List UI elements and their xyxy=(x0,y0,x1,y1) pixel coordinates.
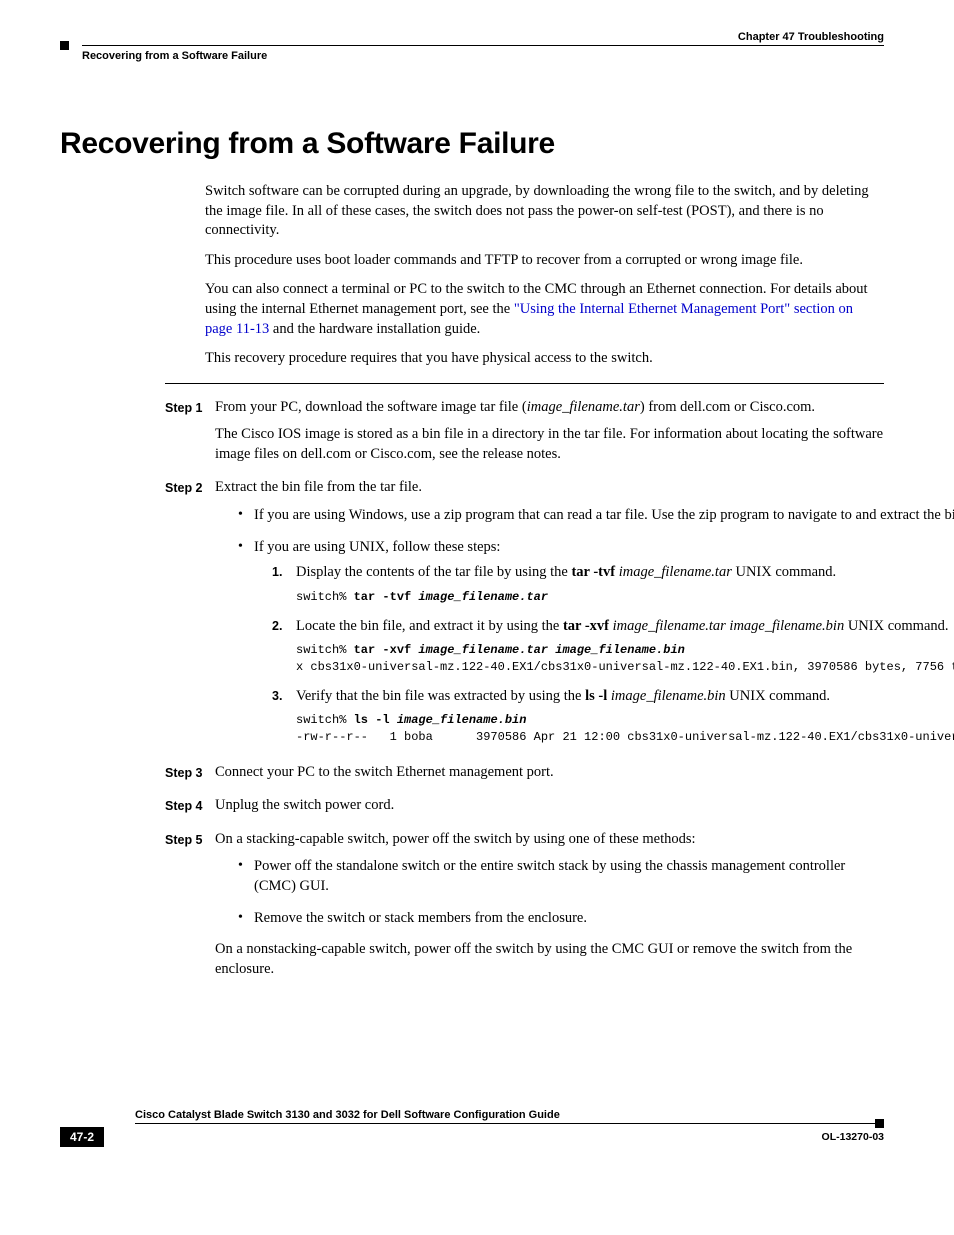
header-rule xyxy=(82,45,884,46)
step-label: Step 3 xyxy=(165,763,215,791)
step2-sub3: Verify that the bin file was extracted b… xyxy=(272,687,954,745)
footer-rule xyxy=(135,1123,884,1124)
section-rule xyxy=(165,383,884,384)
step5-bullet1: Power off the standalone switch or the e… xyxy=(238,857,884,896)
intro-block: Switch software can be corrupted during … xyxy=(205,182,884,369)
step3-p1: Connect your PC to the switch Ethernet m… xyxy=(215,763,884,783)
running-section: Recovering from a Software Failure xyxy=(82,49,884,64)
doc-id: OL-13270-03 xyxy=(822,1130,884,1144)
code-block: switch% tar -xvf image_filename.tar imag… xyxy=(296,642,954,674)
footer-doc-title: Cisco Catalyst Blade Switch 3130 and 303… xyxy=(135,1108,884,1123)
step2-bullet1: If you are using Windows, use a zip prog… xyxy=(238,506,954,526)
step-label: Step 5 xyxy=(165,830,215,987)
step1-p1: From your PC, download the software imag… xyxy=(215,398,884,418)
step-3: Step 3 Connect your PC to the switch Eth… xyxy=(60,763,884,791)
step2-bullet2: If you are using UNIX, follow these step… xyxy=(238,538,954,745)
intro-p1: Switch software can be corrupted during … xyxy=(205,182,884,241)
step4-p1: Unplug the switch power cord. xyxy=(215,796,884,816)
page-footer: Cisco Catalyst Blade Switch 3130 and 303… xyxy=(60,1124,884,1147)
step-label: Step 1 xyxy=(165,398,215,473)
code-block: switch% ls -l image_filename.bin -rw-r--… xyxy=(296,712,954,744)
intro-p4: This recovery procedure requires that yo… xyxy=(205,349,884,369)
step5-p1: On a stacking-capable switch, power off … xyxy=(215,830,884,850)
page-header: Chapter 47 Troubleshooting Recovering fr… xyxy=(60,30,884,64)
step5-p2: On a nonstacking-capable switch, power o… xyxy=(215,940,884,979)
step-label: Step 4 xyxy=(165,796,215,824)
intro-p2: This procedure uses boot loader commands… xyxy=(205,251,884,271)
step2-sub2: Locate the bin file, and extract it by u… xyxy=(272,617,954,675)
code-block: switch% tar -tvf image_filename.tar xyxy=(296,589,954,605)
step1-p2: The Cisco IOS image is stored as a bin f… xyxy=(215,425,884,464)
chapter-label: Chapter 47 Troubleshooting xyxy=(60,30,884,45)
page-number: 47-2 xyxy=(60,1127,104,1147)
step-4: Step 4 Unplug the switch power cord. xyxy=(60,796,884,824)
step-5: Step 5 On a stacking-capable switch, pow… xyxy=(60,830,884,987)
step2-p1: Extract the bin file from the tar file. xyxy=(215,478,954,498)
step5-bullet2: Remove the switch or stack members from … xyxy=(238,909,884,929)
step-1: Step 1 From your PC, download the softwa… xyxy=(60,398,884,473)
step-2: Step 2 Extract the bin file from the tar… xyxy=(60,478,884,756)
page-title: Recovering from a Software Failure xyxy=(60,124,884,165)
intro-p3: You can also connect a terminal or PC to… xyxy=(205,280,884,339)
step-label: Step 2 xyxy=(165,478,215,756)
step2-sub1: Display the contents of the tar file by … xyxy=(272,563,954,605)
